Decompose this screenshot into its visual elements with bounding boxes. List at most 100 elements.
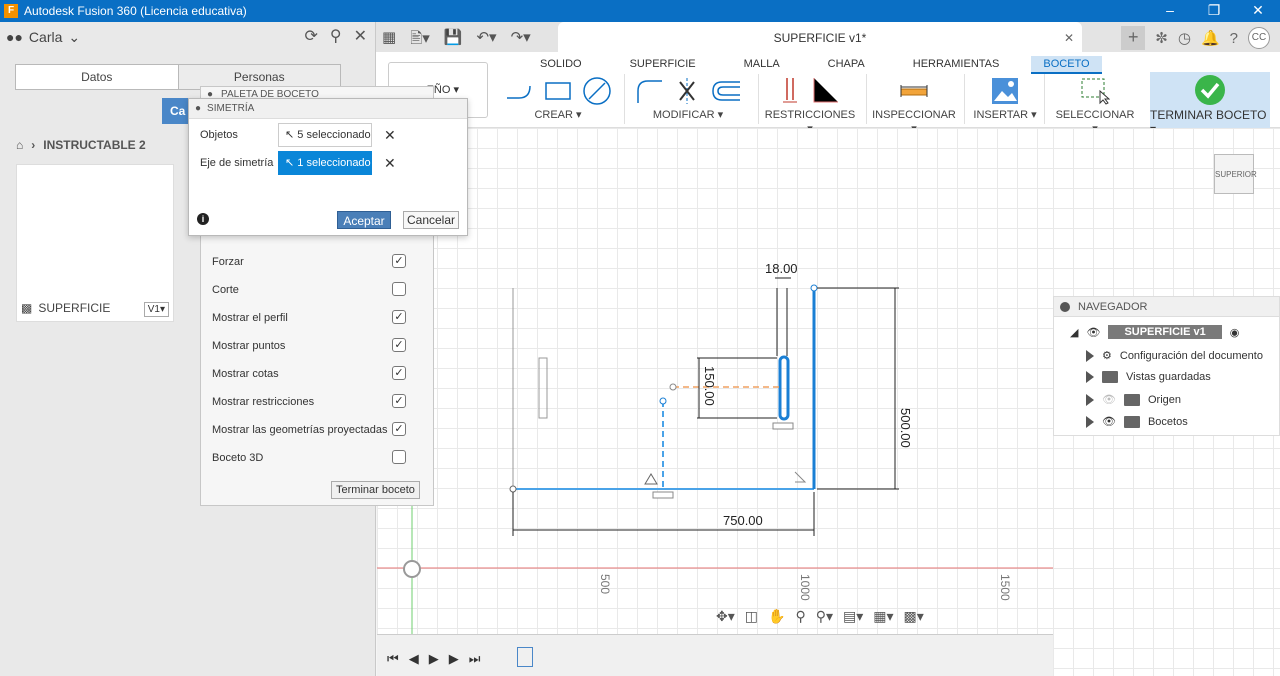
slot-rect[interactable] [538,357,548,419]
search-icon[interactable]: ⚲ [330,26,342,46]
tab-chapa[interactable]: CHAPA [804,56,889,74]
insert-image-icon[interactable] [991,77,1019,105]
clear-objects-icon[interactable]: ✕ [384,127,396,144]
objects-selection[interactable]: ↖ 5 seleccionado [278,123,372,147]
selected-slot[interactable] [778,355,790,421]
notifications-icon[interactable]: 🔔 [1201,29,1220,47]
cancel-button[interactable]: Cancelar [403,211,459,229]
dim-label-18[interactable]: 18.00 [765,261,798,276]
option-show-projected[interactable]: Mostrar las geometrías proyectadas ✓ [212,422,412,436]
orbit-icon[interactable]: ✥▾ [716,608,735,625]
checkbox[interactable]: ✓ [392,338,406,352]
checkbox[interactable]: ✓ [392,366,406,380]
select-tool-icon[interactable] [1080,77,1110,105]
tab-superficie[interactable]: SUPERFICIE [606,56,720,74]
endpoint-top[interactable] [810,284,818,292]
measure-tool-icon[interactable] [899,83,929,99]
job-status-icon[interactable]: ◷ [1178,29,1191,47]
design-thumbnail[interactable]: ▩ SUPERFICIE V1▾ [16,164,174,322]
close-icon[interactable]: ✕ [354,26,367,46]
constraint-coincident-icon[interactable] [794,471,807,483]
trim-tool-icon[interactable] [674,76,700,106]
navigator-item-sketches[interactable]: 👁 Bocetos [1086,415,1188,428]
navigator-item-origin[interactable]: 👁 Origen [1086,393,1181,406]
go-to-end-icon[interactable]: ⏭ [469,651,481,667]
tab-datos[interactable]: Datos [16,65,178,89]
tab-malla[interactable]: MALLA [720,56,804,74]
project-name[interactable]: INSTRUCTABLE 2 [43,138,145,152]
axis-selection[interactable]: ↖ 1 seleccionado [278,151,372,175]
constraint-slot-icon[interactable] [772,422,794,430]
grid-settings-icon[interactable]: ▦▾ [873,608,893,625]
help-icon[interactable]: ? [1230,30,1238,47]
navigator-root[interactable]: ◢ 👁 SUPERFICIE v1 ◉ [1070,325,1239,339]
document-tab[interactable]: SUPERFICIE v1* ✕ [558,22,1082,54]
checkbox[interactable]: ✓ [392,422,406,436]
insert-menu[interactable]: INSERTAR ▾ [972,108,1038,122]
constraint-fix-icon[interactable] [652,491,674,499]
create-menu[interactable]: CREAR ▾ [504,108,612,122]
checkbox[interactable]: ✓ [392,394,406,408]
option-show-points[interactable]: Mostrar puntos ✓ [212,338,412,352]
expand-icon[interactable] [1086,393,1094,406]
endpoint-left[interactable] [509,485,517,493]
save-icon[interactable]: 💾 [444,28,463,53]
undo-icon[interactable]: ↶▾ [476,28,496,53]
axis-endpoint[interactable] [659,397,667,405]
timeline-sketch-marker[interactable] [517,647,533,667]
avatar[interactable]: CC [1248,27,1270,49]
go-to-start-icon[interactable]: ⏮ [387,651,399,667]
modify-menu[interactable]: MODIFICAR ▾ [632,108,744,122]
option-forzar[interactable]: Forzar ✓ [212,254,412,268]
extensions-icon[interactable]: ✼ [1155,29,1168,47]
finish-sketch-group[interactable]: TERMINAR BOCETO ▾ [1150,72,1270,136]
checkbox[interactable]: ✓ [392,254,406,268]
viewports-icon[interactable]: ▩▾ [904,608,924,625]
clear-axis-icon[interactable]: ✕ [384,155,396,172]
sketch-drawing[interactable]: 18.00 150.00 500.00 750.00 500 1000 1500 [377,128,1053,634]
look-at-icon[interactable]: ◫ [745,608,758,625]
root-component-name[interactable]: SUPERFICIE v1 [1108,325,1222,339]
collapse-icon[interactable] [1060,301,1070,312]
refresh-icon[interactable]: ⟳ [304,26,317,46]
version-dropdown[interactable]: V1▾ [143,302,169,317]
option-3d-sketch[interactable]: Boceto 3D [212,450,412,464]
checkbox[interactable] [392,450,406,464]
construction-endpoint[interactable] [669,383,677,391]
info-icon[interactable]: i [197,213,209,225]
tab-solido[interactable]: SOLIDO [516,56,606,74]
option-show-constraints[interactable]: Mostrar restricciones ✓ [212,394,412,408]
option-show-profile[interactable]: Mostrar el perfil ✓ [212,310,412,324]
tab-herramientas[interactable]: HERRAMIENTAS [889,56,1024,74]
navigator-item-settings[interactable]: ⚙ Configuración del documento [1086,349,1263,362]
dim-label-500[interactable]: 500.00 [898,408,913,448]
line-tool-icon[interactable] [504,80,534,102]
minimize-button[interactable]: – [1148,0,1192,22]
origin-point[interactable] [403,560,421,578]
home-icon[interactable]: ⌂ [16,138,23,152]
redo-icon[interactable]: ↷▾ [511,28,531,53]
accept-button[interactable]: Aceptar [337,211,391,229]
expand-triangle-icon[interactable]: ◢ [1070,326,1078,339]
constraint-triangle-icon[interactable] [644,473,658,485]
fit-icon[interactable]: ⚲▾ [816,608,833,625]
zoom-icon[interactable]: ⚲ [795,608,805,625]
user-menu[interactable]: ●● Carla ⌄ [6,29,80,46]
collapse-icon[interactable]: ● [195,103,201,114]
close-tab-icon[interactable]: ✕ [1064,22,1074,54]
eye-hidden-icon[interactable]: 👁 [1102,393,1116,406]
navigator-item-views[interactable]: Vistas guardadas [1086,371,1211,383]
breadcrumb[interactable]: ⌂ › INSTRUCTABLE 2 [16,138,146,152]
pan-hand-icon[interactable]: ✋ [768,608,785,625]
step-forward-icon[interactable]: ▶ [449,651,459,667]
display-settings-icon[interactable]: ▤▾ [843,608,863,625]
rectangle-tool-icon[interactable] [544,80,572,102]
file-menu-icon[interactable]: 🖹▾ [410,28,430,53]
new-tab-button[interactable]: + [1121,26,1146,50]
eye-icon[interactable]: 👁 [1102,415,1116,428]
eye-icon[interactable]: 👁 [1086,326,1100,339]
play-icon[interactable]: ▶ [429,651,439,667]
perpendicular-constraint-icon[interactable] [810,76,840,106]
option-corte[interactable]: Corte [212,282,412,296]
step-back-icon[interactable]: ◀ [409,651,419,667]
